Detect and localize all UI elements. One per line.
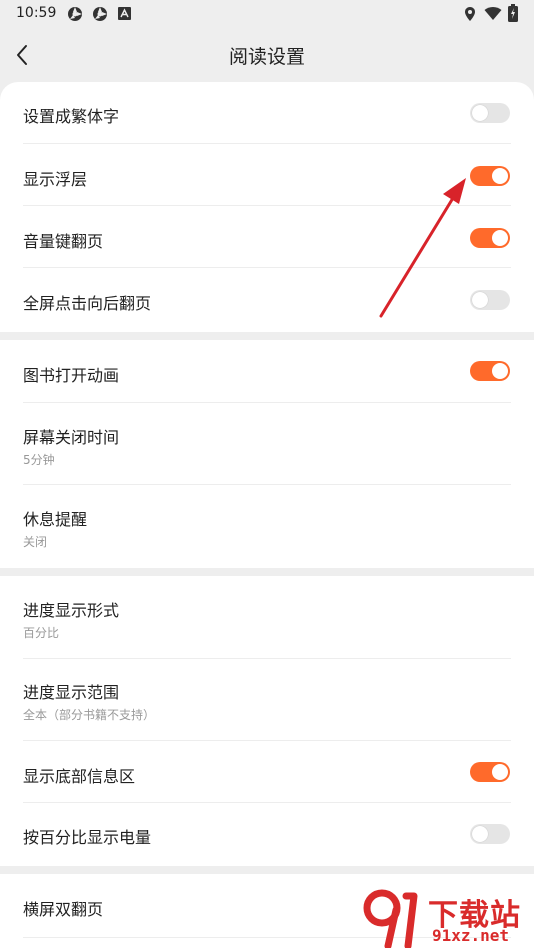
setting-label: 图书打开动画 [23,366,120,385]
traditional-chinese-toggle[interactable] [470,103,510,123]
setting-value: 百分比 [23,626,60,640]
toggle-knob [472,105,488,121]
wifi-icon [484,7,502,20]
setting-label: 显示浮层 [23,170,88,189]
setting-row-screen-off-time[interactable]: 屏幕关闭时间 5分钟 [0,403,534,485]
volume-key-page-toggle[interactable] [470,228,510,248]
battery-percent-toggle[interactable] [470,824,510,844]
fullscreen-tap-next-toggle[interactable] [470,290,510,310]
setting-row-progress-range[interactable]: 进度显示范围 全本（部分书籍不支持） [0,659,534,741]
font-app-icon [118,7,131,20]
page-title: 阅读设置 [228,46,305,68]
setting-label: 音量键翻页 [23,232,104,251]
app-header: 阅读设置 [0,28,534,82]
toggle-knob [472,292,488,308]
toggle-knob [492,230,508,246]
book-open-animation-toggle[interactable] [470,361,510,381]
setting-value: 5分钟 [23,453,55,467]
setting-row-show-bottom-info[interactable]: 显示底部信息区 [0,741,534,803]
setting-row-battery-percent[interactable]: 按百分比显示电量 [0,803,534,866]
setting-row-rest-reminder[interactable]: 休息提醒 关闭 [0,485,534,568]
app-notification-icon [68,7,82,21]
toggle-knob [492,764,508,780]
status-bar: 10:59 [0,0,534,28]
watermark-91-icon [363,889,418,948]
settings-section-behavior: 图书打开动画 屏幕关闭时间 5分钟 休息提醒 关闭 [0,340,534,568]
toggle-knob [472,826,488,842]
watermark-logo: 下载站 91xz.net [362,886,534,950]
show-bottom-info-toggle[interactable] [470,762,510,782]
watermark-url: 91xz.net [432,926,510,945]
settings-section-progress: 进度显示形式 百分比 进度显示范围 全本（部分书籍不支持） 显示底部信息区 按百… [0,576,534,866]
setting-row-progress-format[interactable]: 进度显示形式 百分比 [0,576,534,659]
location-icon [465,7,475,21]
setting-row-show-overlay[interactable]: 显示浮层 [0,144,534,206]
setting-label: 全屏点击向后翻页 [23,294,152,313]
setting-label: 屏幕关闭时间 [23,428,120,447]
setting-label: 进度显示范围 [23,683,120,702]
setting-row-book-open-animation[interactable]: 图书打开动画 [0,340,534,403]
setting-label: 横屏双翻页 [23,900,104,919]
toggle-knob [492,363,508,379]
status-time: 10:59 [16,5,57,21]
setting-label: 按百分比显示电量 [23,828,152,847]
setting-value: 全本（部分书籍不支持） [23,708,156,722]
app-notification-icon [93,7,107,21]
setting-label: 显示底部信息区 [23,767,136,786]
setting-label: 进度显示形式 [23,601,120,620]
setting-value: 关闭 [23,535,48,549]
setting-label: 休息提醒 [23,510,88,529]
settings-section-display: 设置成繁体字 显示浮层 音量键翻页 全屏点击向后翻页 [0,82,534,332]
show-overlay-toggle[interactable] [470,166,510,186]
setting-row-traditional-chinese[interactable]: 设置成繁体字 [0,82,534,144]
setting-row-volume-key-page[interactable]: 音量键翻页 [0,206,534,268]
setting-label: 设置成繁体字 [23,107,120,126]
toggle-knob [492,168,508,184]
battery-icon [508,4,518,22]
setting-row-fullscreen-tap-next[interactable]: 全屏点击向后翻页 [0,268,534,332]
